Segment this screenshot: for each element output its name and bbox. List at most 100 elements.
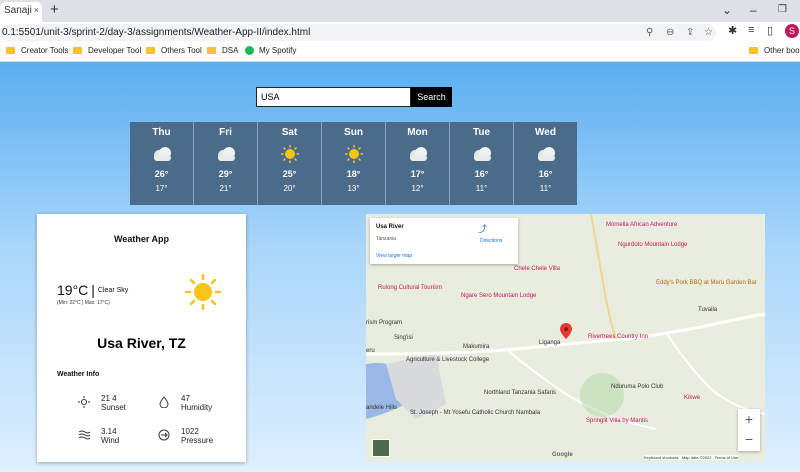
directions-link[interactable]: Directions [480, 238, 502, 244]
map-embed[interactable]: Usa River Tanzania View larger map ⤴ Dir… [366, 214, 765, 462]
map-label[interactable]: Nduruma Polo Club [611, 384, 663, 390]
browser-tab[interactable]: Sanaji × [0, 2, 42, 22]
day-high: 16° [474, 169, 489, 179]
search-button[interactable]: Search [411, 87, 452, 107]
folder-icon [6, 47, 15, 54]
park-area [580, 373, 624, 417]
bookmark-label: My Spotify [259, 46, 297, 55]
day-low: 12° [411, 184, 424, 193]
pressure-value: 1022 [181, 427, 199, 436]
wind-value: 3.14 [101, 427, 117, 436]
map-footer: Keyboard shortcuts Map data ©2022 Terms … [644, 455, 739, 460]
zoom-in-button[interactable]: + [738, 409, 760, 429]
weather-page: Search Thu 26° 17° Fri 29° 21° Sat 25° 2… [0, 62, 800, 472]
zoom-out-button[interactable]: − [738, 429, 760, 449]
day-name: Fri [219, 127, 232, 138]
bookmark-developer-tool[interactable]: Developer Tool [73, 46, 141, 55]
side-panel-icon[interactable]: ▯ [767, 24, 773, 37]
extensions-icon[interactable]: ✱ [728, 24, 737, 37]
terms-link[interactable]: Terms of Use [715, 455, 739, 460]
map-zoom-controls: + − [738, 409, 760, 451]
bookmark-dsa[interactable]: DSA [207, 46, 238, 55]
map-label[interactable]: Ngurdoto Mountain Lodge [618, 242, 687, 248]
cloud-icon [409, 147, 427, 161]
day-high: 17° [410, 169, 425, 179]
forecast-day: Mon 17° 12° [386, 122, 450, 205]
min-max-temperature: (Min: 22°C | Max: 17°C) [57, 300, 110, 306]
weather-description: Clear Sky [97, 287, 129, 294]
view-larger-map-link[interactable]: View larger map [376, 253, 412, 259]
maximize-icon[interactable]: ❐ [778, 1, 787, 19]
weather-card: Weather App 19°C | Clear Sky (Min: 22°C | … [37, 214, 246, 462]
map-label: Liganga [539, 340, 561, 346]
sun-icon [280, 145, 299, 163]
new-tab-button[interactable]: + [50, 1, 59, 19]
map-place-name: Usa River [376, 224, 404, 230]
map-label[interactable]: Springlit Villa by Mantis [586, 418, 648, 424]
map-label[interactable]: Ngare Sero Mountain Lodge [461, 293, 536, 299]
map-label: Kikwe [684, 395, 701, 401]
day-name: Thu [152, 127, 171, 138]
map-label[interactable]: Agriculture & Livestock College [406, 357, 489, 363]
bookmark-label: DSA [222, 46, 239, 55]
map-label[interactable]: Eddy's Pork BBQ at Meru Garden Bar [656, 280, 757, 286]
map-label[interactable]: Momella African Adventure [606, 222, 677, 228]
directions-icon[interactable]: ⤴ [478, 222, 487, 235]
chevron-down-icon[interactable]: ⌄ [722, 1, 732, 19]
humidity-value: 47 [181, 394, 190, 403]
bookmark-other[interactable]: Other book [749, 46, 800, 55]
forecast-day: Sun 18° 13° [322, 122, 386, 205]
day-low: 11° [539, 184, 552, 193]
reading-list-icon[interactable]: ≡ [748, 24, 754, 36]
day-high: 26° [154, 169, 169, 179]
star-icon[interactable]: ☆ [704, 27, 713, 38]
day-name: Tue [472, 127, 491, 138]
sunset-icon [78, 396, 90, 408]
current-temperature: 19°C [57, 282, 89, 298]
map-label: eru [366, 348, 375, 354]
folder-icon [73, 47, 82, 54]
url-field[interactable]: 0.1:5501/unit-3/sprint-2/day-3/assignmen… [0, 24, 716, 41]
current-weather: 19°C | Clear Sky [57, 282, 128, 298]
sun-icon [185, 274, 221, 310]
sunset-value: 21 4 [101, 394, 117, 403]
share-icon[interactable]: ⇪ [686, 27, 694, 38]
map-label[interactable]: Chele Chele Villa [514, 266, 560, 272]
day-high: 25° [282, 169, 297, 179]
map-label[interactable]: Northland Tanzania Safaris [484, 390, 556, 396]
map-pin-icon[interactable] [560, 323, 572, 339]
tab-close-icon[interactable]: × [34, 5, 39, 15]
tab-bar: Sanaji × + ⌄ – ❐ [0, 0, 800, 22]
search-input[interactable] [256, 87, 411, 107]
cloud-icon [473, 147, 491, 161]
profile-avatar[interactable]: S [785, 24, 799, 38]
zoom-icon[interactable]: ⊖ [666, 27, 674, 38]
map-label: rism Program [366, 320, 403, 326]
bookmark-others-tool[interactable]: Others Tool [146, 46, 202, 55]
keyboard-shortcuts-link[interactable]: Keyboard shortcuts [644, 455, 678, 460]
cloud-icon [153, 147, 171, 161]
bookmark-my-spotify[interactable]: My Spotify [245, 46, 296, 55]
minimize-icon[interactable]: – [750, 1, 757, 19]
sun-icon [344, 145, 363, 163]
bookmark-creator-tools[interactable]: Creator Tools [6, 46, 68, 55]
cloud-icon [537, 147, 555, 161]
map-data-text: Map data ©2022 [681, 455, 712, 460]
location-icon[interactable]: ⚲ [646, 27, 653, 38]
google-logo: Google [552, 452, 573, 458]
map-label: Tuvaila [698, 307, 718, 313]
day-low: 13° [347, 184, 360, 193]
card-title: Weather App [113, 234, 169, 244]
bookmark-label: Other book [764, 46, 800, 55]
day-low: 17° [155, 184, 168, 193]
map-label[interactable]: Rivertrees Country Inn [588, 334, 648, 340]
pressure-label: Pressure [181, 436, 214, 445]
satellite-layer-button[interactable] [372, 439, 390, 457]
map-label[interactable]: St. Joseph - Mt Yosefu Catholic Church N… [410, 410, 540, 416]
humidity-label: Humidity [181, 403, 213, 412]
spotify-icon [245, 46, 254, 55]
url-text: 0.1:5501/unit-3/sprint-2/day-3/assignmen… [2, 27, 311, 38]
forecast-day: Tue 16° 11° [450, 122, 514, 205]
folder-icon [749, 47, 758, 54]
map-label[interactable]: Rulong Cultural Tourism [378, 285, 442, 291]
